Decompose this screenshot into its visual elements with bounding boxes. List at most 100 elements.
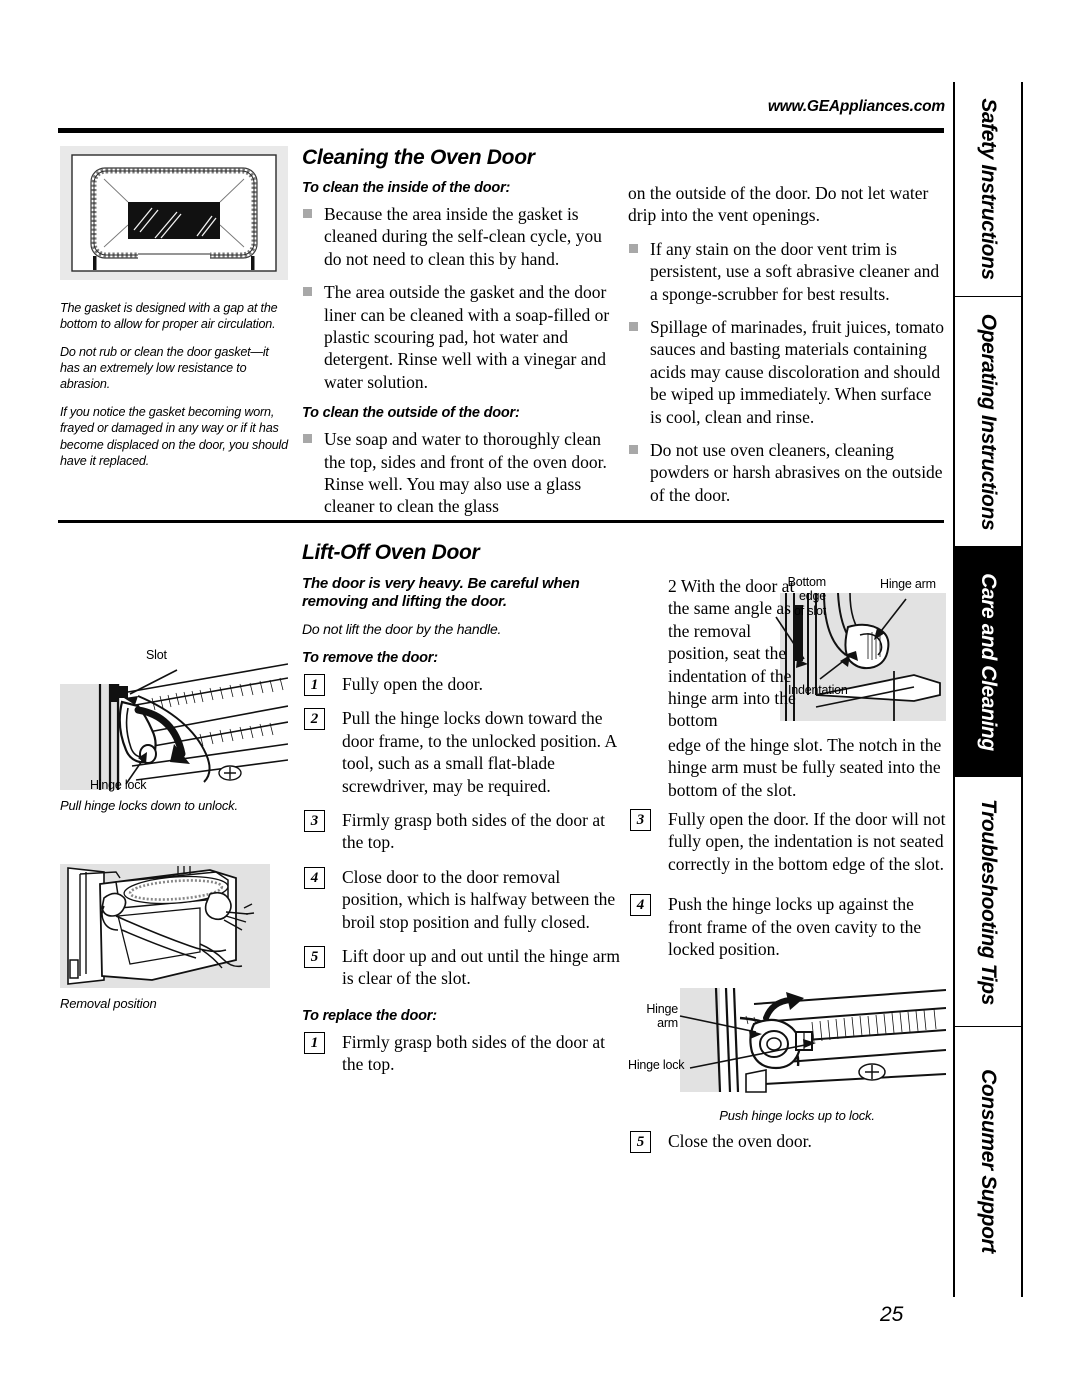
sidebar-tab-operating-instructions[interactable]: Operating Instructions — [955, 297, 1021, 547]
manual-page: www.GEAppliances.com The gasket is desig… — [0, 0, 1080, 1397]
sidebar-tab-label: Care and Cleaning — [977, 572, 1000, 751]
hinge-unlock-figure: Slot Hinge lock Pull hinge locks down to… — [60, 648, 288, 813]
step-number: 3 — [630, 809, 651, 831]
label-hinge-lock-2: Hinge lock — [628, 1058, 685, 1072]
liftoff-warning: The door is very heavy. Be careful when … — [302, 575, 580, 610]
step-text: Close the oven door. — [668, 1131, 812, 1151]
list-item: 3 Fully open the door. If the door will n… — [628, 808, 946, 875]
step-text: Push the hinge locks up against the fron… — [668, 894, 922, 959]
replace-step-5: 5 Close the oven door. — [628, 1130, 946, 1164]
label-hinge-arm-2: Hinge arm — [632, 1002, 678, 1031]
sidebar-tab-label: Safety Instructions — [977, 98, 1000, 280]
sidebar-tab-troubleshooting-tips[interactable]: Troubleshooting Tips — [955, 777, 1021, 1027]
list-item: 3 Firmly grasp both sides of the door at … — [302, 809, 620, 854]
step-text-wrapped: With the door at the same angle as the r… — [668, 576, 796, 731]
header-divider — [58, 127, 944, 133]
bullet-square-icon — [303, 434, 312, 444]
clean-inside-bullets: Because the area inside the gasket is cl… — [302, 203, 620, 393]
bullet-text: The area outside the gasket and the door… — [324, 282, 610, 392]
section-tabs-sidebar: Safety Instructions Operating Instructio… — [953, 82, 1023, 1297]
bullet-text: If any stain on the door vent trim is pe… — [650, 238, 940, 304]
step-number: 3 — [304, 809, 325, 832]
label-line-2: edge — [798, 589, 826, 604]
gasket-note-1: The gasket is designed with a gap at the… — [60, 301, 278, 332]
liftoff-section-title: Lift-Off Oven Door — [302, 541, 480, 564]
replace-step-2-block: Bottom edge of slot Hinge arm Indentatio… — [628, 575, 946, 801]
step-text: Pull the hinge locks down toward the doo… — [342, 708, 617, 796]
clean-outside-heading: To clean the outside of the door: — [302, 405, 520, 422]
bullet-square-icon — [303, 287, 312, 297]
list-item: Spillage of marinades, fruit juices, tom… — [628, 316, 946, 428]
step-text: Lift door up and out until the hinge arm… — [342, 945, 621, 989]
bullet-square-icon — [629, 444, 638, 454]
list-item: The area outside the gasket and the door… — [302, 281, 620, 393]
step-number: 2 — [668, 576, 677, 596]
oven-door-gasket-figure — [60, 146, 288, 280]
list-item: Do not use oven cleaners, cleaning powde… — [628, 439, 946, 506]
list-item: 2 Pull the hinge locks down toward the do… — [302, 707, 620, 797]
list-item: Use soap and water to thoroughly clean t… — [302, 428, 620, 518]
label-line-1: Hinge — [646, 1002, 678, 1016]
bullet-text: Use soap and water to thoroughly clean t… — [324, 429, 607, 517]
bullet-square-icon — [629, 243, 638, 253]
cleaning-right-bullets: If any stain on the door vent trim is pe… — [628, 238, 946, 506]
cleaning-the-oven-door-section: Cleaning the Oven Door To clean the insi… — [302, 146, 620, 529]
hinge-lock-up-caption: Push hinge locks up to lock. — [719, 1108, 875, 1123]
gasket-notes: The gasket is designed with a gap at the… — [60, 300, 288, 480]
cleaning-section-title: Cleaning the Oven Door — [302, 146, 535, 169]
oven-door-gasket-illustration — [60, 146, 288, 280]
label-line-3: of slot — [794, 603, 826, 618]
sidebar-tab-consumer-support[interactable]: Consumer Support — [955, 1027, 1021, 1295]
gasket-note-3: If you notice the gasket becoming worn, … — [60, 404, 288, 468]
liftoff-note: Do not lift the door by the handle. — [302, 621, 502, 637]
section-divider — [58, 519, 944, 523]
clean-outside-bullets: Use soap and water to thoroughly clean t… — [302, 428, 620, 518]
cleaning-right-column: on the outside of the door. Do not let w… — [628, 182, 946, 517]
sidebar-tab-label: Operating Instructions — [977, 313, 1000, 530]
label-hinge-arm: Hinge arm — [880, 577, 936, 591]
page-number: 25 — [880, 1303, 904, 1326]
step-text: Fully open the door. If the door will no… — [668, 809, 946, 874]
hinge-unlock-caption: Pull hinge locks down to unlock. — [60, 798, 238, 813]
replace-door-steps-mid: 1 Firmly grasp both sides of the door at … — [302, 1031, 620, 1076]
removal-position-illustration — [60, 864, 270, 988]
hinge-lock-up-figure: Hinge arm Hinge lock Push hinge locks up… — [628, 988, 946, 1123]
step-number: 4 — [630, 894, 651, 917]
remove-door-steps: 1 Fully open the door. 2 Pull the hinge lo… — [302, 673, 620, 990]
step-text: Firmly grasp both sides of the door at t… — [342, 1031, 605, 1075]
list-item: If any stain on the door vent trim is pe… — [628, 238, 946, 305]
sidebar-tab-label: Consumer Support — [977, 1069, 1000, 1253]
label-hinge-lock: Hinge lock — [90, 778, 147, 792]
bullet-text: Spillage of marinades, fruit juices, tom… — [650, 316, 945, 427]
step-number: 5 — [304, 945, 325, 968]
step-text: Firmly grasp both sides of the door at t… — [342, 809, 605, 853]
sidebar-tab-care-and-cleaning[interactable]: Care and Cleaning — [955, 547, 1021, 777]
list-item: 4 Close door to the door removal position… — [302, 866, 620, 933]
list-item: 5 Close the oven door. — [628, 1130, 946, 1153]
sidebar-tab-label: Troubleshooting Tips — [977, 798, 1000, 1005]
removal-position-caption: Removal position — [60, 996, 157, 1011]
removal-position-figure: Removal position — [60, 864, 288, 1011]
gasket-note-2: Do not rub or clean the door gasket—it h… — [60, 344, 269, 392]
step-number: 2 — [304, 708, 325, 731]
list-item: 5 Lift door up and out until the hinge ar… — [302, 945, 620, 990]
step-number: 1 — [304, 1031, 325, 1054]
step-number: 4 — [304, 866, 325, 889]
bullet-square-icon — [303, 209, 312, 218]
list-item: 1 Firmly grasp both sides of the door at … — [302, 1031, 620, 1076]
site-url: www.GEAppliances.com — [767, 98, 945, 115]
list-item: 1 Fully open the door. — [302, 673, 620, 696]
replace-steps-3-4: 3 Fully open the door. If the door will n… — [628, 808, 946, 972]
bullet-text: Because the area inside the gasket is cl… — [324, 204, 602, 269]
clean-inside-heading: To clean the inside of the door: — [302, 180, 511, 196]
label-line-2: arm — [657, 1016, 678, 1031]
label-slot: Slot — [146, 648, 167, 662]
step-text: Fully open the door. — [342, 674, 483, 694]
right-continuation-text: on the outside of the door. Do not let w… — [628, 183, 929, 226]
hinge-unlock-illustration — [60, 663, 288, 790]
replace-door-heading: To replace the door: — [302, 1007, 437, 1024]
bullet-square-icon — [629, 321, 638, 331]
sidebar-tab-safety-instructions[interactable]: Safety Instructions — [955, 82, 1021, 297]
step-number: 5 — [630, 1131, 651, 1153]
step-number: 1 — [304, 674, 325, 696]
